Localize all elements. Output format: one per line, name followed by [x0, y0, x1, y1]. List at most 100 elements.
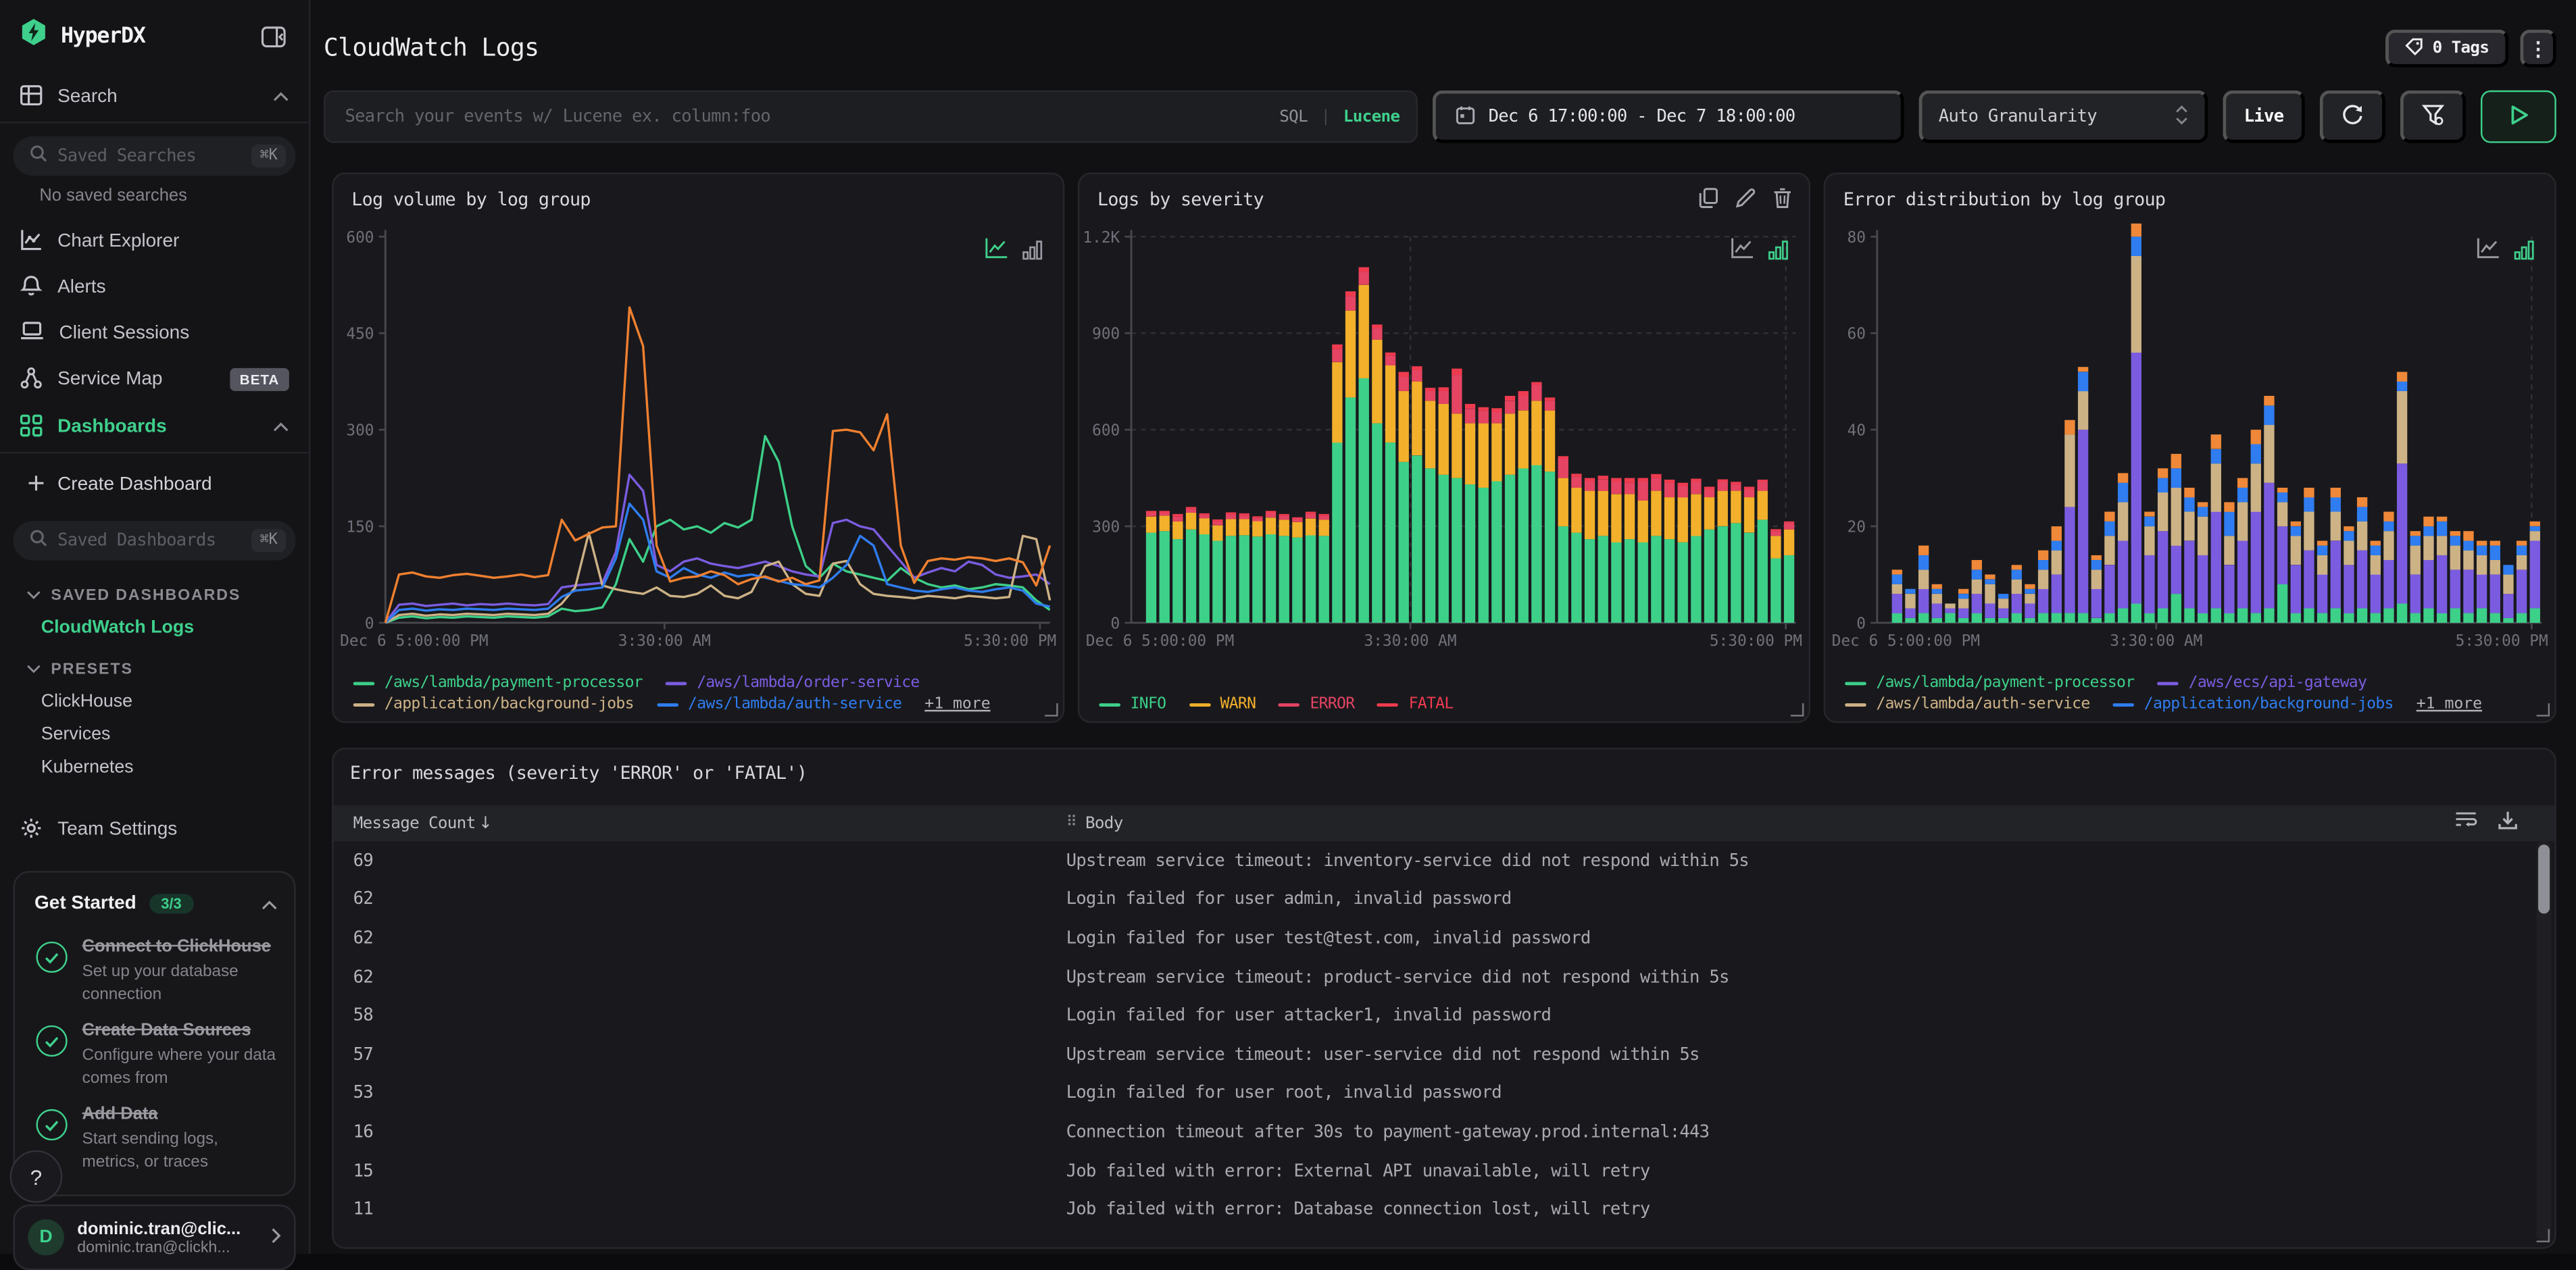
panel-resize-handle[interactable]: [1045, 703, 1058, 716]
event-search-input[interactable]: [342, 105, 1266, 128]
panel-resize-handle[interactable]: [1791, 703, 1804, 716]
legend-item[interactable]: /aws/lambda/payment-processor: [353, 674, 643, 692]
saved-dashboards-kbd: ⌘K: [251, 529, 286, 552]
laptop-icon: [20, 320, 44, 347]
column-header-body[interactable]: ⠿ Body: [1066, 814, 2454, 832]
lucene-toggle[interactable]: Lucene: [1343, 107, 1400, 126]
table-row[interactable]: 62Login failed for user admin, invalid p…: [334, 880, 2539, 919]
sidebar-item-team-settings[interactable]: Team Settings: [0, 807, 309, 853]
table-row[interactable]: 62Login failed for user test@test.com, i…: [334, 919, 2539, 957]
bar-chart-toggle-icon[interactable]: [1022, 238, 1043, 268]
dashboard-link-services[interactable]: Services: [0, 718, 309, 751]
create-dashboard-button[interactable]: Create Dashboard: [0, 462, 309, 508]
date-range-button[interactable]: Dec 6 17:00:00 - Dec 7 18:00:00: [1433, 91, 1904, 143]
dashboard-link-cloudwatch-logs[interactable]: CloudWatch Logs: [0, 611, 309, 644]
table-row[interactable]: 53Login failed for user root, invalid pa…: [334, 1074, 2539, 1113]
filter-button[interactable]: [2400, 91, 2466, 143]
edit-icon[interactable]: [1735, 187, 1756, 217]
collapse-sidebar-button[interactable]: [258, 22, 289, 50]
get-started-header[interactable]: Get Started 3/3: [15, 873, 294, 925]
check-circle-icon: [36, 942, 67, 973]
legend-swatch: [1099, 703, 1120, 706]
dashboard-link-clickhouse[interactable]: ClickHouse: [0, 685, 309, 718]
download-icon[interactable]: [2497, 810, 2519, 836]
sidebar-item-dashboards[interactable]: Dashboards: [0, 403, 309, 453]
dashboards-icon: [20, 413, 43, 441]
panel-resize-handle[interactable]: [2537, 1229, 2550, 1242]
get-started-item[interactable]: Create Data SourcesConfigure where your …: [15, 1009, 294, 1093]
bar-chart-toggle-icon[interactable]: [2514, 238, 2535, 268]
line-chart-toggle-icon[interactable]: [2476, 236, 2500, 268]
line-chart-toggle-icon[interactable]: [984, 236, 1008, 268]
legend-item[interactable]: FATAL: [1377, 695, 1453, 713]
table-row[interactable]: 16Connection timeout after 30s to paymen…: [334, 1113, 2539, 1151]
legend-more-link[interactable]: +1 more: [2417, 695, 2482, 713]
legend-item[interactable]: /aws/ecs/api-gateway: [2157, 674, 2367, 692]
get-started-item[interactable]: Connect to ClickHouseSet up your databas…: [15, 925, 294, 1009]
sidebar-item-search[interactable]: Search: [0, 72, 309, 123]
line-chart-toggle-icon[interactable]: [1730, 236, 1754, 268]
legend-item[interactable]: /aws/lambda/order-service: [666, 674, 920, 692]
table-row[interactable]: 15Job failed with error: External API un…: [334, 1152, 2539, 1190]
duplicate-icon[interactable]: [1699, 187, 1718, 217]
legend-item[interactable]: /aws/lambda/auth-service: [657, 695, 901, 713]
run-query-button[interactable]: [2481, 91, 2556, 143]
table-row[interactable]: 69Upstream service timeout: inventory-se…: [334, 841, 2539, 880]
granularity-select[interactable]: Auto Granularity: [1919, 91, 2208, 143]
legend-item[interactable]: /aws/lambda/payment-processor: [1845, 674, 2134, 692]
table-row[interactable]: 11Job failed with error: Database connec…: [334, 1190, 2539, 1229]
sidebar-item-alerts[interactable]: Alerts: [0, 265, 309, 311]
group-header-presets[interactable]: PRESETS: [0, 644, 309, 686]
dashboard-link-kubernetes[interactable]: Kubernetes: [0, 751, 309, 784]
legend-swatch: [2157, 681, 2179, 684]
saved-dashboards-input[interactable]: Saved Dashboards ⌘K: [13, 521, 295, 560]
table-scrollbar: [2537, 841, 2552, 1240]
table-row[interactable]: 57Upstream service timeout: user-service…: [334, 1035, 2539, 1073]
legend-item[interactable]: /application/background-jobs: [353, 695, 634, 713]
dashboard-menu-button[interactable]: ⋮: [2520, 30, 2556, 68]
legend-label: /aws/lambda/auth-service: [1876, 695, 2089, 713]
hyperdx-logo-icon: [20, 18, 47, 55]
bar-chart-toggle-icon[interactable]: [1768, 238, 1789, 268]
group-header-saved-dashboards[interactable]: SAVED DASHBOARDS: [0, 570, 309, 611]
table-row[interactable]: 62Upstream service timeout: product-serv…: [334, 958, 2539, 996]
legend-label: INFO: [1131, 695, 1166, 713]
sidebar-item-chart-explorer[interactable]: Chart Explorer: [0, 219, 309, 265]
wrap-lines-icon[interactable]: [2454, 810, 2477, 836]
sidebar-item-service-map[interactable]: Service MapBETA: [0, 357, 309, 403]
sidebar-item-label: Client Sessions: [59, 324, 289, 343]
sidebar-item-label: Chart Explorer: [57, 232, 289, 251]
refresh-button[interactable]: [2320, 91, 2385, 143]
svg-text:3:30:00 AM: 3:30:00 AM: [2110, 632, 2202, 650]
delete-icon[interactable]: [1773, 187, 1792, 217]
legend-item[interactable]: INFO: [1099, 695, 1166, 713]
legend-item[interactable]: WARN: [1189, 695, 1256, 713]
column-header-message-count[interactable]: Message Count ↓: [334, 814, 1066, 832]
table-scrollbar-thumb[interactable]: [2538, 844, 2550, 913]
chart-legend: /aws/lambda/payment-processor/aws/ecs/ap…: [1845, 674, 2482, 713]
chart-plot[interactable]: 0150300450600Dec 6 5:00:00 PM3:30:00 AM5…: [337, 224, 1060, 664]
legend-swatch: [2113, 703, 2135, 706]
table-row[interactable]: 58Login failed for user attacker1, inval…: [334, 996, 2539, 1035]
legend-item[interactable]: /application/background-jobs: [2113, 695, 2394, 713]
legend-item[interactable]: /aws/lambda/auth-service: [1845, 695, 2089, 713]
table-rows: 69Upstream service timeout: inventory-se…: [334, 841, 2539, 1234]
table-title: Error messages (severity 'ERROR' or 'FAT…: [350, 763, 807, 784]
get-started-title: Get Started: [34, 894, 137, 913]
saved-searches-input[interactable]: Saved Searches ⌘K: [13, 136, 295, 176]
sidebar-item-client-sessions[interactable]: Client Sessions: [0, 311, 309, 357]
sql-toggle[interactable]: SQL: [1279, 107, 1308, 126]
panel-resize-handle[interactable]: [2537, 703, 2550, 716]
legend-more-link[interactable]: +1 more: [924, 695, 990, 713]
legend-item[interactable]: ERROR: [1279, 695, 1354, 713]
chart-plot[interactable]: 03006009001.2KDec 6 5:00:00 PM3:30:00 AM…: [1083, 224, 1806, 664]
tags-button[interactable]: 0 Tags: [2385, 30, 2508, 68]
help-button[interactable]: ?: [10, 1150, 63, 1203]
live-button[interactable]: Live: [2223, 91, 2305, 143]
chart-plot[interactable]: 020406080Dec 6 5:00:00 PM3:30:00 AM5:30:…: [1829, 224, 2552, 664]
sidebar: HyperDX Search Saved Searches ⌘K No save…: [0, 0, 310, 1254]
cell-message-count: 11: [334, 1200, 1066, 1219]
user-profile-card[interactable]: D dominic.tran@clic... dominic.tran@clic…: [13, 1204, 295, 1270]
legend-label: /aws/lambda/payment-processor: [385, 674, 643, 692]
chart-title: Error distribution by log group: [1843, 189, 2165, 211]
